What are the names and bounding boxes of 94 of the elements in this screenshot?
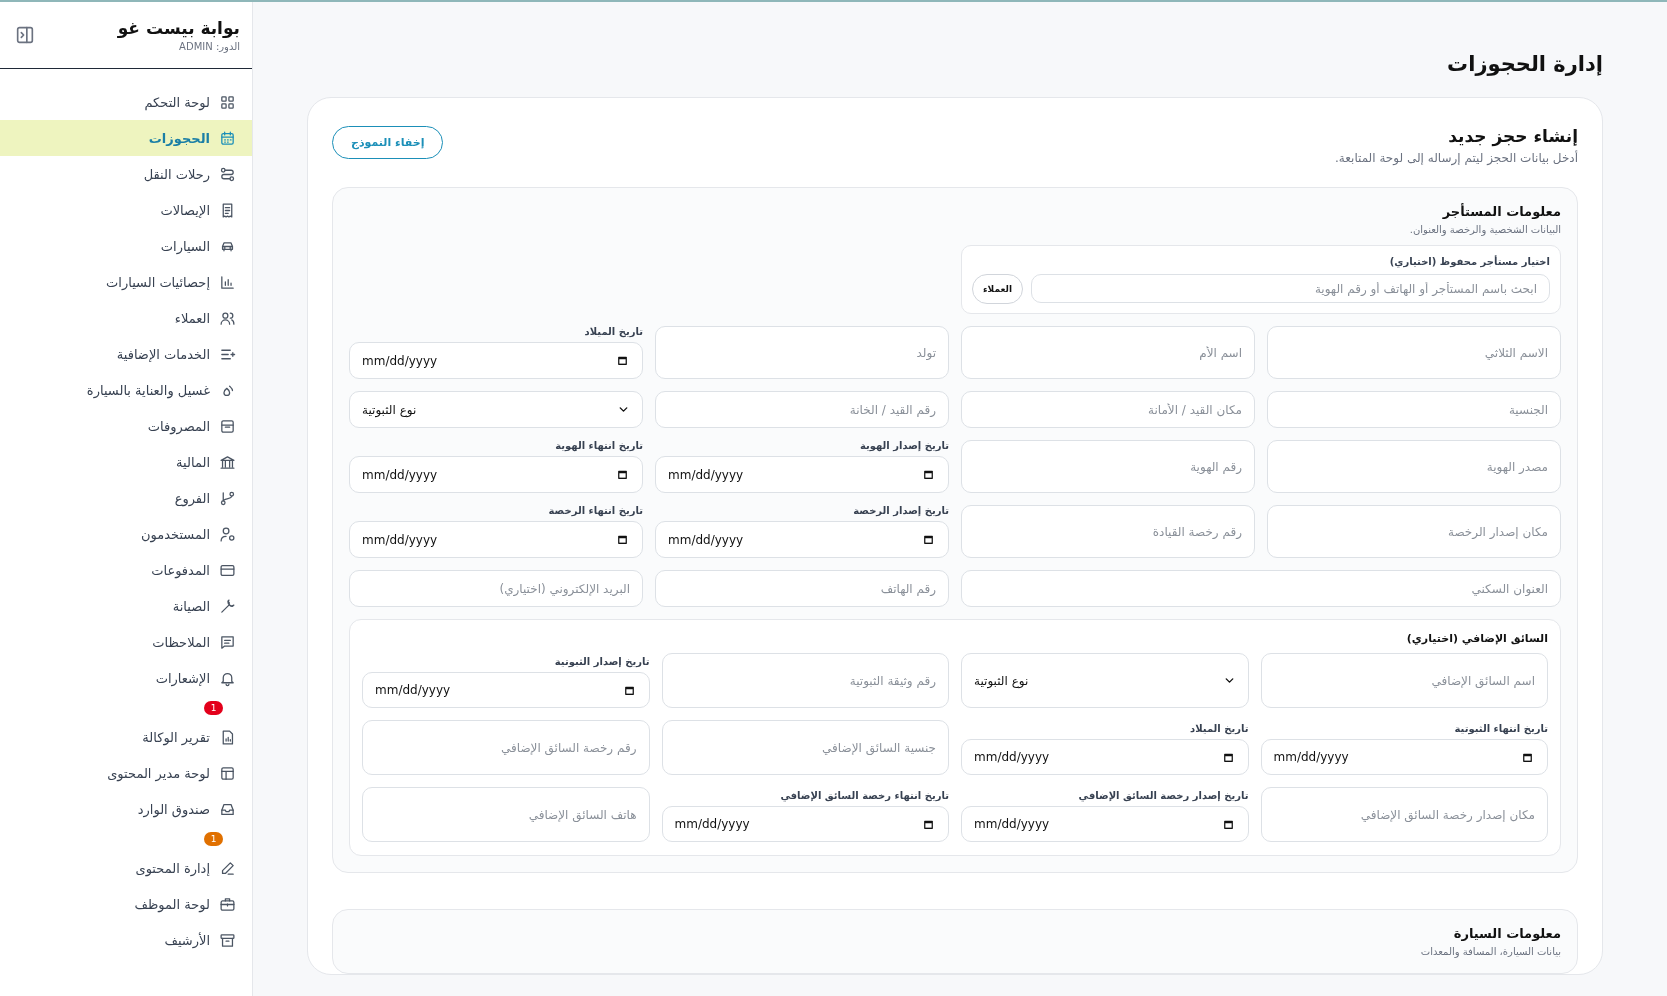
sidebar-toggle-icon[interactable] — [14, 24, 36, 46]
date-field[interactable]: mm/dd/yyyy — [961, 739, 1249, 775]
text-field[interactable]: مكان القيد / الأمانة — [961, 391, 1255, 428]
nav-item[interactable]: المدفوعات — [0, 552, 252, 588]
text-field[interactable]: البريد الإلكتروني (اختياري) — [349, 570, 643, 607]
form-subtitle: أدخل بيانات الحجز ليتم إرساله إلى لوحة المتابعة. — [1335, 151, 1578, 165]
field-label: تاريخ انتهاء الثبوتية — [1453, 723, 1548, 734]
nav-item[interactable]: المالية — [0, 444, 252, 480]
count-badge: 1 — [204, 832, 223, 846]
nav-item[interactable]: رحلات النقل — [0, 156, 252, 192]
text-field[interactable]: هاتف السائق الإضافي — [362, 787, 650, 842]
field-label: تاريخ الميلاد — [1189, 723, 1249, 734]
date-field[interactable]: mm/dd/yyyy — [655, 521, 949, 558]
bank-icon — [219, 453, 236, 471]
section-subtitle: بيانات السيارة، المسافة والمعدات — [1419, 946, 1561, 957]
archive-icon — [219, 931, 236, 949]
nav-item[interactable]: لوحة مدير المحتوى — [0, 755, 252, 791]
nav-item[interactable]: الأرشيف — [0, 922, 252, 958]
text-field[interactable]: رقم القيد / الخانة — [655, 391, 949, 428]
grid-icon — [219, 93, 236, 111]
text-field[interactable]: رقم رخصة السائق الإضافي — [362, 720, 650, 775]
count-badge: 1 — [204, 701, 223, 715]
nav-item[interactable]: الإشعارات — [0, 660, 252, 696]
field-label: تاريخ انتهاء الرخصة — [547, 505, 643, 516]
wrench-icon — [219, 597, 236, 615]
subsection-title: السائق الإضافي (اختياري) — [1405, 632, 1548, 645]
section-subtitle: البيانات الشخصية والرخصة والعنوان. — [1408, 224, 1561, 235]
text-field[interactable]: العنوان السكني — [961, 570, 1561, 607]
field-label: اختيار مستأجر محفوظ (اختياري) — [1388, 256, 1550, 267]
bar-chart-icon — [219, 273, 236, 291]
nav-item[interactable]: الإيصالات — [0, 192, 252, 228]
user-gear-icon — [219, 525, 236, 543]
page-title: إدارة الحجوزات — [1446, 52, 1603, 76]
section-title: معلومات السيارة — [1452, 926, 1561, 941]
date-field[interactable]: mm/dd/yyyy — [661, 806, 949, 842]
text-field[interactable]: تولد — [655, 326, 949, 379]
text-field[interactable]: رقم وثيقة الثبوتية — [661, 653, 949, 708]
date-field[interactable]: mm/dd/yyyy — [362, 672, 650, 708]
text-field[interactable]: الاسم الثلاثي — [1267, 326, 1561, 379]
nav-item[interactable]: المصروفات — [0, 408, 252, 444]
nav-item[interactable]: غسيل والعناية بالسيارة — [0, 372, 252, 408]
pencil-icon — [219, 859, 236, 877]
text-field[interactable]: رقم الهاتف — [655, 570, 949, 607]
layout-icon — [219, 764, 236, 782]
nav-item[interactable]: الحجوزات — [0, 120, 252, 156]
nav-item[interactable]: الخدمات الإضافية — [0, 336, 252, 372]
nav-item[interactable]: العملاء — [0, 300, 252, 336]
role-label: الدور: ADMIN — [178, 41, 240, 52]
nav-item[interactable]: إدارة المحتوى — [0, 850, 252, 886]
nav-item[interactable]: لوحة التحكم — [0, 84, 252, 120]
date-field[interactable]: mm/dd/yyyy — [961, 806, 1249, 842]
nav-item[interactable]: الصيانة — [0, 588, 252, 624]
field-label: تاريخ انتهاء رخصة السائق الإضافي — [779, 790, 949, 801]
calendar-icon — [219, 129, 236, 147]
archive-box-icon — [219, 417, 236, 435]
nav-item[interactable]: الفروع — [0, 480, 252, 516]
field-label: تاريخ إصدار رخصة السائق الإضافي — [1077, 790, 1249, 801]
text-field[interactable]: اسم الأم — [961, 326, 1255, 379]
select-field[interactable]: نوع الثبوتية — [961, 653, 1249, 708]
git-branch-icon — [219, 489, 236, 507]
date-field[interactable]: mm/dd/yyyy — [349, 456, 643, 493]
text-field[interactable]: مصدر الهوية — [1267, 440, 1561, 493]
app-title: بوابة بيست غو — [117, 18, 240, 38]
date-field[interactable]: mm/dd/yyyy — [655, 456, 949, 493]
date-field[interactable]: mm/dd/yyyy — [1260, 739, 1548, 775]
nav-item[interactable]: السيارات — [0, 228, 252, 264]
text-field[interactable]: رقم الهوية — [961, 440, 1255, 493]
nav-item[interactable]: صندوق الوارد — [0, 791, 252, 827]
date-field[interactable]: mm/dd/yyyy — [349, 521, 643, 558]
form-title: إنشاء حجز جديد — [1447, 126, 1578, 146]
hide-form-button[interactable]: إخفاء النموذج — [332, 126, 444, 159]
field-label: تاريخ انتهاء الهوية — [554, 440, 643, 451]
text-field[interactable]: اسم السائق الإضافي — [1260, 653, 1548, 708]
message-icon — [219, 633, 236, 651]
section-title: معلومات المستأجر — [1441, 204, 1561, 219]
field-label: تاريخ إصدار الرخصة — [852, 505, 949, 516]
nav-item[interactable]: المستخدمون — [0, 516, 252, 552]
field-label: تاريخ إصدار الثبوتية — [553, 656, 650, 667]
nav-item[interactable]: لوحة الموظف — [0, 886, 252, 922]
briefcase-icon — [219, 895, 236, 913]
select-field[interactable]: نوع الثبوتية — [349, 391, 643, 428]
text-field[interactable]: مكان إصدار الرخصة — [1267, 505, 1561, 558]
date-field[interactable]: mm/dd/yyyy — [349, 342, 643, 379]
route-icon — [219, 165, 236, 183]
field-label: تاريخ إصدار الهوية — [858, 440, 949, 451]
nav-item[interactable]: إحصائيات السيارات — [0, 264, 252, 300]
text-field[interactable]: مكان إصدار رخصة السائق الإضافي — [1260, 787, 1548, 842]
text-field[interactable]: رقم رخصة القيادة — [961, 505, 1255, 558]
nav-item[interactable]: الملاحظات — [0, 624, 252, 660]
text-field[interactable]: الجنسية — [1267, 391, 1561, 428]
text-field[interactable]: جنسية السائق الإضافي — [661, 720, 949, 775]
customers-button[interactable]: العملاء — [972, 274, 1023, 304]
nav-item[interactable]: تقرير الوكالة — [0, 719, 252, 755]
field-label: تاريخ الميلاد — [583, 326, 643, 337]
